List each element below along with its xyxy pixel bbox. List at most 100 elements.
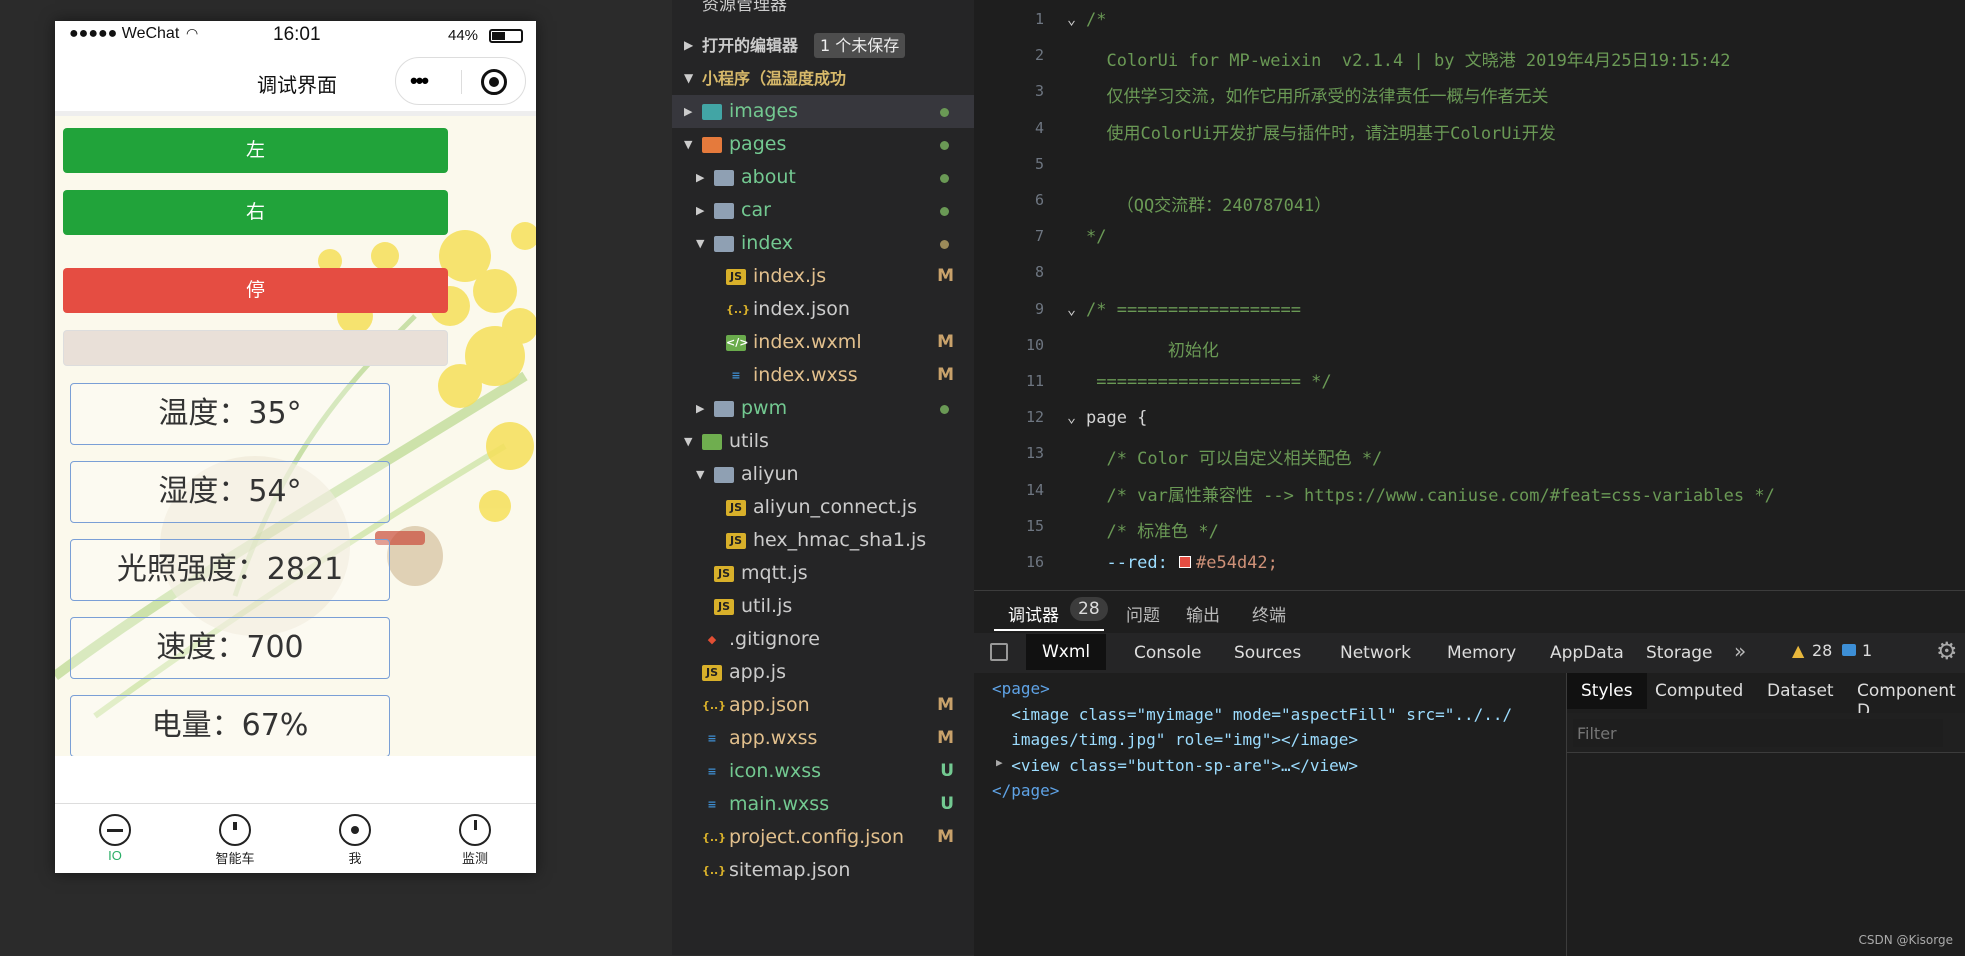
wifi-icon: ◠: [186, 25, 199, 41]
tree-item[interactable]: ▶ pwm: [672, 392, 974, 425]
style-tab[interactable]: Styles: [1567, 673, 1647, 709]
fold-icon[interactable]: ⌄: [1056, 408, 1076, 426]
speed-card: 速度：700: [70, 617, 390, 679]
expand-arrow-icon[interactable]: ▶: [996, 756, 1003, 769]
project-label: 小程序（温湿度成功: [702, 69, 847, 88]
git-status-mark: M: [937, 266, 954, 286]
tree-item[interactable]: ▼ aliyun: [672, 458, 974, 491]
blank-button[interactable]: [63, 330, 448, 366]
watermark: CSDN @Kisorge: [1858, 933, 1953, 947]
tree-item[interactable]: JS aliyun_connect.js: [672, 491, 974, 524]
explorer-more-icon[interactable]: ···: [922, 0, 938, 8]
color-swatch[interactable]: [1179, 556, 1191, 568]
simulator-panel: ●●●●● WeChat ◠ 16:01 44% 调试界面 ••• 左 右 停 …: [0, 0, 672, 955]
devtools-top-tab[interactable]: 终端: [1252, 601, 1286, 626]
devtools-top-tab[interactable]: 输出: [1186, 601, 1220, 626]
code-line: ==================== */: [1086, 372, 1332, 392]
panel-tab[interactable]: Network: [1340, 643, 1411, 663]
tree-item[interactable]: {..} sitemap.json: [672, 854, 974, 887]
json-file-icon: {..}: [726, 303, 751, 316]
fold-icon[interactable]: ⌄: [1056, 300, 1076, 318]
tab-me[interactable]: 我: [295, 804, 415, 873]
right-button[interactable]: 右: [63, 190, 448, 235]
panel-tab[interactable]: AppData: [1550, 643, 1624, 663]
monitor-icon: [459, 814, 491, 846]
wxml-node[interactable]: <page>: [992, 679, 1050, 698]
tree-item[interactable]: JS hex_hmac_sha1.js: [672, 524, 974, 557]
line-number: 4: [1034, 118, 1044, 137]
fold-icon[interactable]: ⌄: [1056, 10, 1076, 28]
project-section[interactable]: ▼ 小程序（温湿度成功: [672, 62, 974, 95]
tree-item[interactable]: ◆ .gitignore: [672, 623, 974, 656]
tab-bar: IO 智能车 我 监测: [55, 803, 536, 873]
chevron-down-icon: ▼: [684, 435, 693, 448]
more-tabs-icon[interactable]: »: [1734, 639, 1746, 663]
signal-text: ●●●●● WeChat: [69, 25, 180, 42]
change-dot: [940, 174, 949, 183]
devtools-top-tab[interactable]: 问题: [1126, 601, 1160, 626]
panel-tab[interactable]: Memory: [1447, 643, 1516, 663]
style-tab[interactable]: Dataset: [1767, 681, 1834, 701]
tree-item[interactable]: ≡ icon.wxss U: [672, 755, 974, 788]
devtools-top-tab[interactable]: 调试器: [1008, 601, 1059, 626]
wxml-node[interactable]: </page>: [992, 781, 1059, 800]
tree-item[interactable]: {..} index.json: [672, 293, 974, 326]
style-tab[interactable]: Computed: [1655, 681, 1743, 701]
settings-gear-icon[interactable]: ⚙: [1936, 637, 1958, 665]
panel-tab[interactable]: Storage: [1646, 643, 1713, 663]
tree-item[interactable]: ≡ index.wxss M: [672, 359, 974, 392]
tree-item[interactable]: ▼ utils: [672, 425, 974, 458]
tab-io[interactable]: IO: [55, 804, 175, 873]
line-number: 10: [1025, 335, 1044, 354]
wxml-node[interactable]: <view class="button-sp-are">…</view>: [992, 756, 1358, 775]
tree-item[interactable]: JS app.js: [672, 656, 974, 689]
styles-filter-input[interactable]: [1573, 719, 1943, 747]
json-file-icon: {..}: [702, 831, 727, 844]
wxml-node[interactable]: <image class="myimage" mode="aspectFill"…: [992, 705, 1512, 724]
debugger-count-badge: 28: [1070, 597, 1108, 621]
tree-item[interactable]: ≡ app.wxss M: [672, 722, 974, 755]
folder-icon: [702, 137, 722, 153]
tree-item[interactable]: JS mqtt.js: [672, 557, 974, 590]
line-number: 2: [1034, 46, 1044, 65]
tree-item[interactable]: ▼ pages: [672, 128, 974, 161]
tree-item[interactable]: JS index.js M: [672, 260, 974, 293]
io-icon: [99, 814, 131, 846]
temperature-card: 温度：35°: [70, 383, 390, 445]
close-mini-icon[interactable]: [481, 69, 507, 95]
git-status-mark: M: [937, 365, 954, 385]
more-icon[interactable]: •••: [410, 68, 429, 94]
code-editor[interactable]: 1 ⌄ /* 2 ColorUi for MP-weixin v2.1.4 | by …: [974, 0, 1965, 590]
tree-item[interactable]: ≡ main.wxss U: [672, 788, 974, 821]
folder-icon: [714, 467, 734, 483]
panel-tab[interactable]: Sources: [1234, 643, 1301, 663]
git-status-mark: U: [940, 794, 954, 814]
tab-monitor[interactable]: 监测: [415, 804, 535, 873]
git-file-icon: ◆: [707, 633, 717, 646]
tree-item[interactable]: ▼ index: [672, 227, 974, 260]
git-status-mark: M: [937, 728, 954, 748]
tree-item[interactable]: {..} project.config.json M: [672, 821, 974, 854]
tree-item-label: pages: [729, 133, 787, 155]
stop-button[interactable]: 停: [63, 268, 448, 313]
phone-screen: ●●●●● WeChat ◠ 16:01 44% 调试界面 ••• 左 右 停 …: [55, 21, 536, 873]
open-editors-section[interactable]: ▶ 打开的编辑器 1 个未保存: [672, 29, 974, 62]
tree-item[interactable]: JS util.js: [672, 590, 974, 623]
panel-tab[interactable]: Wxml: [1026, 634, 1107, 670]
tree-item[interactable]: ▶ car: [672, 194, 974, 227]
tree-item[interactable]: {..} app.json M: [672, 689, 974, 722]
tree-item[interactable]: ▶ about: [672, 161, 974, 194]
chevron-right-icon: ▶: [684, 105, 693, 118]
chevron-down-icon: ▼: [696, 468, 705, 481]
left-button[interactable]: 左: [63, 128, 448, 173]
tree-item-label: app.wxss: [729, 727, 818, 749]
page-content: 左 右 停 温度：35° 湿度：54° 光照强度：2821 速度：700 电量：…: [55, 116, 536, 756]
inspect-element-icon[interactable]: [990, 643, 1008, 661]
tree-item[interactable]: ▶ images: [672, 95, 974, 128]
panel-tab[interactable]: Console: [1134, 643, 1202, 663]
tree-item[interactable]: </> index.wxml M: [672, 326, 974, 359]
power-card: 电量：67%: [70, 695, 390, 756]
wxml-node[interactable]: images/timg.jpg" role="img"></image>: [992, 730, 1358, 749]
tree-item-label: util.js: [741, 595, 793, 617]
tab-smart-car[interactable]: 智能车: [175, 804, 295, 873]
